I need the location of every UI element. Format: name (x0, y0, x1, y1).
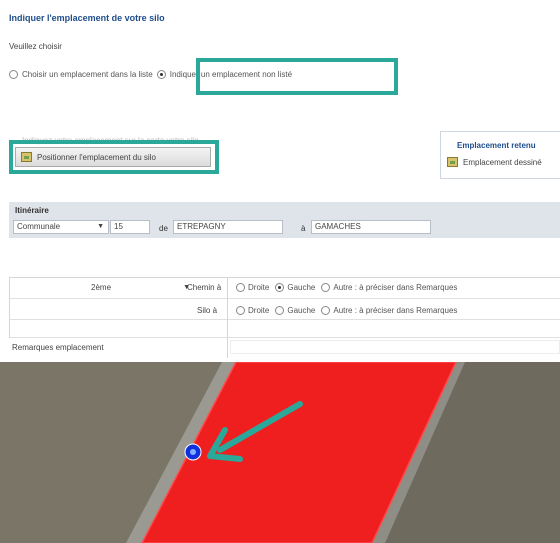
map-icon (447, 157, 458, 167)
path-side-options: Droite Gauche Autre : à préciser dans Re… (236, 283, 463, 292)
rank-select[interactable]: 2ème ▼ (87, 281, 195, 295)
rank-value: 2ème (91, 283, 112, 292)
path-other-label[interactable]: Autre : à préciser dans Remarques (333, 283, 457, 292)
silo-left-radio[interactable] (275, 306, 285, 315)
drawn-location-button[interactable]: Emplacement dessiné (447, 157, 542, 167)
retained-location-panel: Emplacement retenu Emplacement dessiné (440, 131, 560, 179)
position-button-highlight-box (9, 140, 219, 174)
radio-unlisted[interactable] (156, 70, 166, 79)
silo-other-radio[interactable] (321, 306, 331, 315)
column-divider (9, 278, 10, 338)
map-view[interactable] (0, 362, 560, 543)
to-value: GAMACHES (315, 222, 361, 231)
road-number-value: 15 (114, 222, 123, 231)
silo-other-label[interactable]: Autre : à préciser dans Remarques (333, 306, 457, 315)
choose-prompt: Veuillez choisir (9, 42, 62, 51)
path-other-radio[interactable] (321, 283, 331, 292)
to-label: à (301, 224, 306, 233)
page-title: Indiquer l'emplacement de votre silo (9, 13, 165, 23)
from-value: ETREPAGNY (177, 222, 226, 231)
path-right-label[interactable]: Droite (248, 283, 269, 292)
table-row (9, 320, 560, 338)
from-input[interactable]: ETREPAGNY (173, 220, 283, 234)
marker-center (190, 449, 196, 455)
radio-choose-list-label[interactable]: Choisir un emplacement dans la liste (22, 70, 153, 79)
remarks-input[interactable] (230, 340, 560, 354)
path-left-radio[interactable] (275, 283, 285, 292)
road-type-value: Communale (17, 222, 61, 231)
path-right-radio[interactable] (236, 283, 245, 292)
silo-right-radio[interactable] (236, 306, 245, 315)
silo-left-label[interactable]: Gauche (287, 306, 315, 315)
position-table: 2ème ▼ Chemin à Droite Gauche Autre : à … (9, 277, 560, 358)
drawn-location-label: Emplacement dessiné (463, 157, 542, 167)
column-divider (227, 278, 228, 358)
to-input[interactable]: GAMACHES (311, 220, 431, 234)
aerial-map[interactable] (0, 362, 560, 543)
from-label: de (159, 224, 168, 233)
path-left-label[interactable]: Gauche (287, 283, 315, 292)
unlisted-highlight-box (196, 58, 398, 95)
silo-right-label[interactable]: Droite (248, 306, 269, 315)
road-number-input[interactable]: 15 (110, 220, 150, 234)
silo-side-options: Droite Gauche Autre : à préciser dans Re… (236, 306, 463, 315)
remarks-label: Remarques emplacement (12, 343, 104, 352)
road-type-select[interactable]: Communale ▼ (13, 220, 109, 234)
silo-side-label: Silo à (197, 306, 218, 315)
path-side-label: Chemin à (187, 283, 222, 292)
itinerary-label: Itinéraire (15, 206, 49, 215)
retained-location-title: Emplacement retenu (457, 141, 536, 150)
itinerary-panel: Itinéraire Communale ▼ 15 de ETREPAGNY à… (9, 202, 560, 238)
chevron-down-icon: ▼ (97, 223, 104, 230)
radio-choose-list[interactable] (9, 70, 18, 79)
